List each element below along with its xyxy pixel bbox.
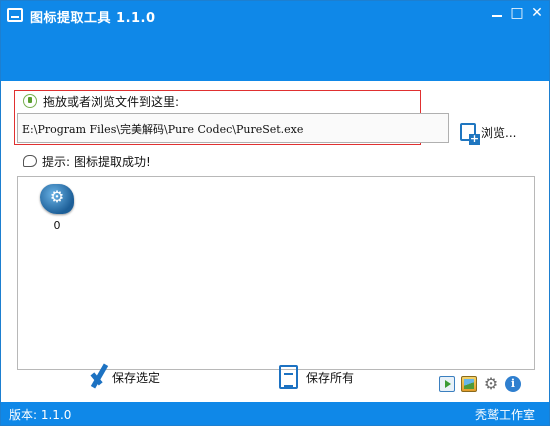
save-selected-button[interactable]: 保存选定 xyxy=(85,363,160,391)
maximize-button[interactable]: □ xyxy=(506,3,528,23)
save-all-label: 保存所有 xyxy=(306,370,355,385)
add-file-icon xyxy=(460,123,480,145)
drop-zone-label: 拖放或者浏览文件到这里: xyxy=(43,94,180,109)
icon-list-panel[interactable]: 0 xyxy=(17,176,535,370)
app-window: 图标提取工具 1.1.0 □ ✕ 拖放或者浏览文件到这里: E:\Program… xyxy=(0,0,550,426)
header-band xyxy=(1,31,549,81)
image-icon[interactable] xyxy=(461,376,477,392)
icon-list-item[interactable]: 0 xyxy=(39,184,75,232)
main-content: 拖放或者浏览文件到这里: E:\Program Files\完美解码\Pure … xyxy=(1,81,549,402)
checkmark-icon xyxy=(85,365,107,389)
drop-icon xyxy=(23,94,37,108)
title-bar: 图标提取工具 1.1.0 □ ✕ xyxy=(1,1,549,31)
hint-text: 图标提取成功! xyxy=(74,154,151,169)
version-label: 版本: 1.1.0 xyxy=(9,408,72,422)
browse-label: 浏览... xyxy=(481,125,517,140)
status-bar: 版本: 1.1.0 秃鹫工作室 xyxy=(1,402,549,425)
hint-label: 提示: xyxy=(42,154,71,169)
info-icon[interactable]: i xyxy=(505,376,521,392)
hint-row: 提示: 图标提取成功! xyxy=(23,152,151,170)
speech-bubble-icon xyxy=(23,155,37,167)
save-selected-label: 保存选定 xyxy=(112,370,161,385)
browse-button[interactable]: 浏览... xyxy=(460,121,517,145)
window-title: 图标提取工具 1.1.0 xyxy=(30,11,156,26)
minimize-icon xyxy=(492,15,502,17)
save-all-button[interactable]: 保存所有 xyxy=(279,363,354,391)
gear-app-icon xyxy=(40,184,74,214)
document-icon xyxy=(279,365,298,389)
minimize-button[interactable] xyxy=(486,3,508,23)
video-icon[interactable] xyxy=(439,376,455,392)
icon-caption: 0 xyxy=(53,219,61,232)
file-path-field[interactable]: E:\Program Files\完美解码\Pure Codec\PureSet… xyxy=(17,113,449,143)
close-button[interactable]: ✕ xyxy=(526,3,548,23)
app-window-icon xyxy=(7,8,23,22)
drop-zone-label-row: 拖放或者浏览文件到这里: xyxy=(23,93,179,109)
author-link[interactable]: 秃鹫工作室 xyxy=(475,406,535,423)
gear-icon[interactable]: ⚙ xyxy=(483,376,499,392)
tool-icon-bar: ⚙ i xyxy=(439,375,527,393)
